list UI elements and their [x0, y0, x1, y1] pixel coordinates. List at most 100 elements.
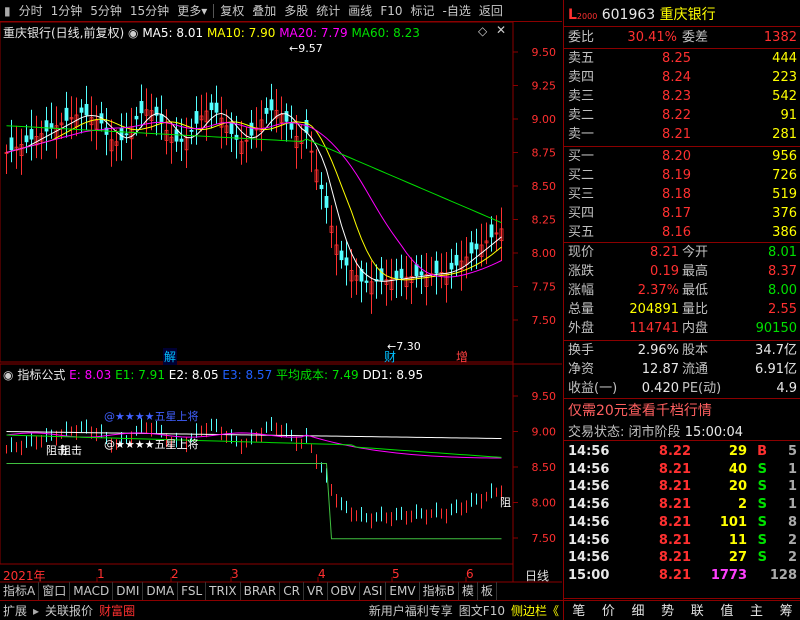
- toolbar-divider: [213, 3, 215, 18]
- indicator-tab-13[interactable]: 指标B: [420, 582, 459, 600]
- tool-fanhui[interactable]: 返回: [475, 0, 507, 22]
- marker-jie[interactable]: 解: [163, 348, 178, 365]
- ask-price[interactable]: 8.24: [662, 68, 691, 88]
- ask-price[interactable]: 8.22: [662, 106, 691, 126]
- stat-label: 涨跌: [568, 264, 595, 279]
- ask-row: 卖一 8.21 281: [564, 125, 800, 145]
- panel-tab-4[interactable]: 联: [684, 600, 710, 619]
- related-quotes-button[interactable]: 关联报价: [42, 602, 96, 619]
- tool-tongji[interactable]: 统计: [312, 0, 344, 22]
- tool-duogu[interactable]: 多股: [280, 0, 312, 22]
- high-annotation: ←9.57: [289, 42, 323, 55]
- tool-biaoji[interactable]: 标记: [406, 0, 438, 22]
- bid-volume: 376: [772, 206, 797, 221]
- promo-link[interactable]: 新用户福利专享: [366, 602, 456, 619]
- close-icon[interactable]: ✕: [496, 23, 506, 37]
- candle-body: [249, 122, 254, 136]
- indicator-tab-1[interactable]: 窗口: [39, 582, 71, 600]
- period-5min[interactable]: 5分钟: [86, 0, 126, 22]
- e1-label: E1: 7.91: [115, 368, 165, 382]
- ask-price[interactable]: 8.23: [662, 87, 691, 107]
- bid-price[interactable]: 8.16: [662, 223, 691, 243]
- candle-body: [24, 135, 29, 143]
- candle-body: [174, 129, 179, 142]
- stat-label: 流通: [682, 362, 709, 377]
- marker-cai[interactable]: 财: [384, 348, 396, 365]
- tool-fuquan[interactable]: 复权: [216, 0, 248, 22]
- panel-tab-7[interactable]: 筹: [773, 600, 799, 619]
- period-15min[interactable]: 15分钟: [126, 0, 173, 22]
- bid-price[interactable]: 8.19: [662, 166, 691, 186]
- bid-price[interactable]: 8.18: [662, 185, 691, 205]
- expand-button[interactable]: 扩展: [0, 602, 30, 619]
- tool-zixuan[interactable]: -自选: [439, 0, 475, 22]
- candle-body: [234, 134, 239, 140]
- indicator-tab-6[interactable]: TRIX: [206, 582, 241, 600]
- period-toolbar: ▮ 分时 1分钟 5分钟 15分钟 更多▾ 复权 叠加 多股 统计 画线 F10…: [0, 0, 562, 22]
- zu-annotation: 阻: [500, 496, 511, 509]
- period-1min[interactable]: 1分钟: [47, 0, 87, 22]
- indicator-tab-12[interactable]: EMV: [386, 582, 420, 600]
- period-menu-icon[interactable]: ▮: [0, 0, 15, 22]
- diamond-icon[interactable]: ◇: [478, 24, 487, 38]
- indicator-tab-5[interactable]: FSL: [178, 582, 207, 600]
- bid-row: 买四 8.17 376: [564, 204, 800, 224]
- bid-label: 买一: [568, 149, 595, 164]
- bid-price[interactable]: 8.20: [662, 147, 691, 167]
- indicator-tabs: 指标A 窗口 MACD DMI DMA FSL TRIX BRAR CR VR OBV ASI EMV 指…: [0, 582, 520, 600]
- indicator-tab-11[interactable]: ASI: [360, 582, 387, 600]
- tool-f10[interactable]: F10: [376, 0, 406, 22]
- stat-value: 2.96%: [637, 343, 679, 358]
- tool-diejia[interactable]: 叠加: [248, 0, 280, 22]
- price-axis: 9.50 9.25 9.00 8.75 8.50 8.25 8.00 7.75 7.50: [513, 46, 556, 327]
- indicator-tab-15[interactable]: 板: [478, 582, 497, 600]
- expand-icon[interactable]: ◉: [128, 26, 138, 40]
- marker-zeng[interactable]: 增: [456, 348, 468, 365]
- chart-area[interactable]: 9.50 9.25 9.00 8.75 8.50 8.25 8.00 7.75 7.50 9.5…: [0, 21, 562, 597]
- ask-price[interactable]: 8.25: [662, 49, 691, 69]
- indicator-tab-10[interactable]: OBV: [328, 582, 361, 600]
- candle-body: [419, 271, 424, 276]
- price-tick-label: 9.25: [532, 80, 557, 93]
- stat-row: 外盘 114741 内盘 90150: [564, 319, 800, 339]
- trade-status: 交易状态: 闭市阶段 15:00:04: [568, 425, 744, 440]
- candle-body: [9, 137, 14, 151]
- price-tick-label: 8.75: [532, 147, 557, 160]
- day-label[interactable]: 日线: [525, 567, 549, 584]
- candle-body: [284, 111, 289, 122]
- indicator-tab-0[interactable]: 指标A: [0, 582, 40, 600]
- indicator-tab-2[interactable]: MACD: [70, 582, 114, 600]
- period-more[interactable]: 更多▾: [173, 0, 211, 22]
- sidebar-button[interactable]: 侧边栏《: [508, 602, 562, 619]
- indicator-name[interactable]: 指标公式: [17, 368, 65, 382]
- chart-title: 重庆银行(日线,前复权): [3, 26, 125, 40]
- tick-price: 8.21: [658, 567, 691, 583]
- period-fenshi[interactable]: 分时: [15, 0, 47, 22]
- f10-button[interactable]: 图文F10: [456, 602, 508, 619]
- panel-tab-6[interactable]: 主: [744, 600, 770, 619]
- panel-tab-3[interactable]: 势: [655, 600, 681, 619]
- wealth-circle-button[interactable]: 财富圈: [96, 602, 138, 619]
- chart-svg[interactable]: 9.50 9.25 9.00 8.75 8.50 8.25 8.00 7.75 7.50 9.5…: [0, 21, 562, 597]
- candle-body: [399, 268, 404, 279]
- panel-tab-1[interactable]: 价: [595, 600, 621, 619]
- indicator-tab-7[interactable]: BRAR: [241, 582, 281, 600]
- ask-price[interactable]: 8.21: [662, 125, 691, 145]
- stat-value: 8.01: [768, 245, 797, 260]
- panel-tab-2[interactable]: 细: [625, 600, 651, 619]
- panel-tab-5[interactable]: 值: [714, 600, 740, 619]
- indicator-tab-9[interactable]: VR: [304, 582, 328, 600]
- panel-tab-0[interactable]: 笔: [566, 600, 592, 619]
- indicator-tab-14[interactable]: 模: [459, 582, 478, 600]
- tool-huaxian[interactable]: 画线: [344, 0, 376, 22]
- candle-body: [84, 103, 89, 116]
- indicator-expand-icon[interactable]: ◉: [3, 368, 13, 382]
- indicator-tab-4[interactable]: DMA: [143, 582, 179, 600]
- promo-banner[interactable]: 仅需20元查看千档行情: [568, 400, 712, 420]
- bid-price[interactable]: 8.17: [662, 204, 691, 224]
- stat-label: 涨幅: [568, 283, 595, 298]
- stat-label: 最高: [682, 264, 709, 279]
- price-tick-label: 7.50: [532, 314, 557, 327]
- indicator-tab-8[interactable]: CR: [280, 582, 304, 600]
- indicator-tab-3[interactable]: DMI: [113, 582, 144, 600]
